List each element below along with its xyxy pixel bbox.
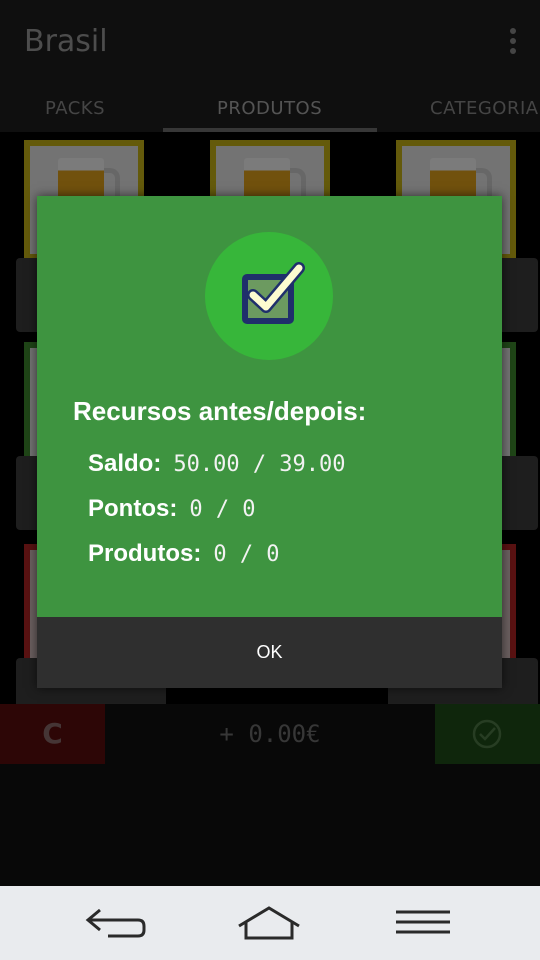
produtos-value: 0 / 0 — [213, 542, 280, 567]
produtos-row: Produtos: 0 / 0 — [88, 540, 280, 572]
menu-icon[interactable] — [388, 902, 458, 942]
pontos-value: 0 / 0 — [189, 497, 256, 522]
pontos-row: Pontos: 0 / 0 — [88, 495, 256, 527]
system-nav-bar — [0, 886, 540, 960]
back-icon[interactable] — [82, 902, 152, 942]
checkbox-checked-icon — [205, 232, 333, 360]
dialog-title: Recursos antes/depois: — [73, 396, 367, 426]
pontos-label: Pontos: — [88, 495, 178, 522]
saldo-label: Saldo: — [88, 450, 162, 477]
result-dialog: Recursos antes/depois: Saldo: 50.00 / 39.… — [37, 196, 502, 688]
home-icon[interactable] — [234, 902, 304, 942]
ok-button[interactable]: OK — [37, 617, 502, 688]
produtos-label: Produtos: — [88, 540, 202, 567]
saldo-row: Saldo: 50.00 / 39.00 — [88, 450, 346, 482]
saldo-value: 50.00 / 39.00 — [173, 452, 346, 477]
